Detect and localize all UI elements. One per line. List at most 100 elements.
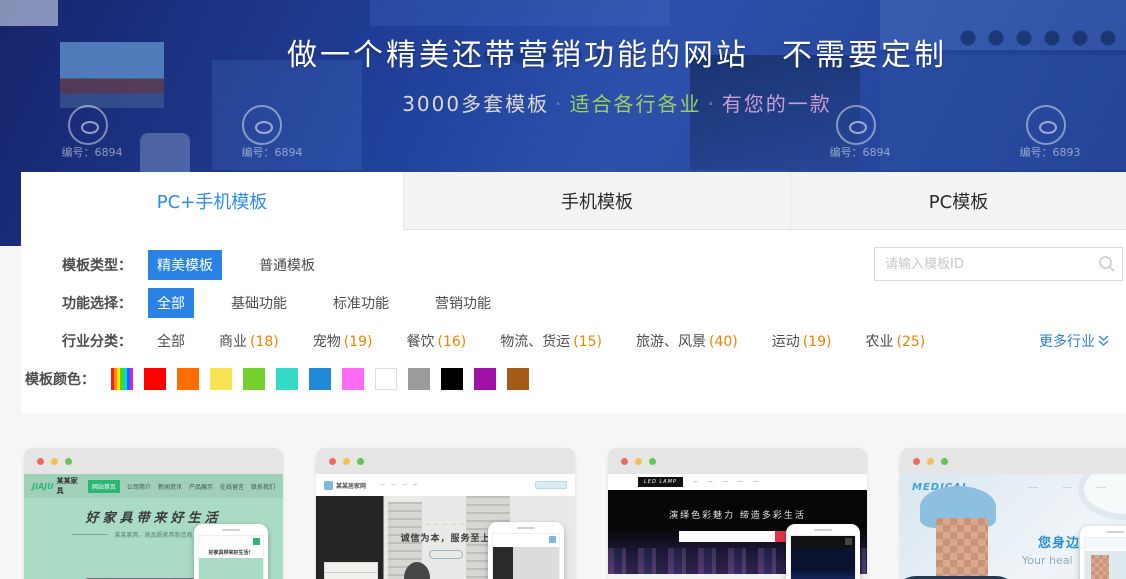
- tab-mobile-template[interactable]: 手机模板: [403, 172, 790, 230]
- phone-screen: [1084, 537, 1126, 579]
- tab-pc-template[interactable]: PC模板: [790, 172, 1126, 230]
- template-id-label: 编号：6894: [44, 144, 140, 160]
- industry-option-catering[interactable]: 餐饮(16): [407, 331, 467, 351]
- search-input[interactable]: [875, 248, 1092, 280]
- preview-logo: 某某居家网: [336, 481, 366, 490]
- filter-label-industry: 行业分类：: [62, 331, 148, 351]
- color-swatch-multicolor[interactable]: [111, 368, 133, 390]
- browser-chrome: [900, 448, 1126, 474]
- industry-option-sports[interactable]: 运动(19): [772, 331, 832, 351]
- subtitle-count: 3000多套模板: [402, 92, 549, 116]
- preview-heading: 演绎色彩魅力 缔造多彩生活: [608, 490, 867, 521]
- color-swatch-purple[interactable]: [474, 368, 496, 390]
- window-minimize-dot: [343, 458, 350, 465]
- chair-graphic: [404, 562, 430, 579]
- template-card-medical[interactable]: MEDICAL —— —— —— —— 您身边 Your heal: [900, 448, 1126, 579]
- preview-logo-mark: JIAJU: [32, 482, 54, 491]
- subtitle-industries: 适合各行各业: [569, 92, 701, 116]
- preview-nav-item: —: [738, 479, 743, 485]
- preview-nav-item: ——: [1028, 485, 1038, 491]
- template-card-led-lamp[interactable]: LED LAMP — — — — — 演绎色彩魅力 缔造多彩生活 我们的产品: [608, 448, 867, 579]
- chevron-down-icon: [1098, 335, 1109, 347]
- industry-option-logistics[interactable]: 物流、货运(15): [500, 331, 602, 351]
- preview-logo: LED LAMP: [638, 477, 683, 487]
- color-swatch-white[interactable]: [375, 368, 397, 390]
- template-tabs: PC+手机模板 手机模板 PC模板: [21, 172, 1126, 230]
- browser-chrome: [24, 448, 283, 474]
- subtitle-separator: ·: [707, 92, 715, 116]
- func-option-standard[interactable]: 标准功能: [324, 288, 398, 318]
- phone-mockup: 好家具带来好生活！: [194, 524, 268, 579]
- template-id-label: 编号：6893: [1002, 144, 1098, 160]
- window-close-dot: [329, 458, 336, 465]
- industry-option-all[interactable]: 全部: [157, 331, 185, 351]
- industry-option-agriculture[interactable]: 农业(25): [866, 331, 926, 351]
- color-swatch-orange[interactable]: [177, 368, 199, 390]
- preview-nav-item: —: [391, 482, 396, 488]
- type-option-normal[interactable]: 普通模板: [250, 250, 324, 280]
- preview-nav-item: 新闻资讯: [158, 482, 182, 491]
- template-card-furniture[interactable]: JIAJU 某某家具 网站首页 公司简介 新闻资讯 产品展示 在线留言 联系我们…: [24, 448, 283, 579]
- pixelated-face-graphic: [936, 518, 988, 579]
- color-swatch-gray[interactable]: [408, 368, 430, 390]
- color-swatch-teal[interactable]: [276, 368, 298, 390]
- phone-mockup: [1080, 526, 1126, 579]
- tab-pc-mobile-template[interactable]: PC+手机模板: [21, 172, 403, 230]
- preview-navbar: JIAJU 某某家具 网站首页 公司简介 新闻资讯 产品展示 在线留言 联系我们: [24, 474, 283, 498]
- preview-nav-item: —: [693, 479, 698, 485]
- template-preview: MEDICAL —— —— —— —— 您身边 Your heal: [900, 474, 1126, 579]
- browser-chrome: [608, 448, 867, 474]
- preview-nav-item: —: [753, 479, 758, 485]
- phone-hero-image: [493, 547, 559, 579]
- phone-screen: 好家具带来好生活！: [198, 535, 264, 579]
- color-swatch-green[interactable]: [243, 368, 265, 390]
- func-option-all[interactable]: 全部: [148, 288, 194, 318]
- template-id-label: 编号：6894: [224, 144, 320, 160]
- preview-logo: 某某家具: [57, 476, 78, 496]
- filter-row-industry: 行业分类： 全部 商业(18) 宠物(19) 餐饮(16) 物流、货运(15) …: [21, 322, 1126, 360]
- preview-nav-item: —: [413, 482, 418, 488]
- search-icon[interactable]: [1092, 255, 1122, 273]
- more-industries-link[interactable]: 更多行业: [1039, 331, 1109, 351]
- subtitle-yours: 有您的一款: [722, 92, 832, 116]
- preview-nav-item: —: [723, 479, 728, 485]
- color-swatch-blue[interactable]: [309, 368, 331, 390]
- phone-header: [199, 536, 263, 547]
- menu-icon: [549, 536, 556, 543]
- industry-count: (25): [897, 334, 926, 350]
- preview-nav-item: 公司简介: [127, 482, 151, 491]
- industry-option-business[interactable]: 商业(18): [219, 331, 279, 351]
- phone-screen: [492, 533, 560, 579]
- color-swatch-black[interactable]: [441, 368, 463, 390]
- preview-nav-item: 网站首页: [88, 480, 120, 493]
- preview-button: [429, 550, 463, 559]
- func-option-marketing[interactable]: 营销功能: [426, 288, 500, 318]
- window-close-dot: [913, 458, 920, 465]
- subtitle-separator: ·: [555, 92, 563, 116]
- func-option-basic[interactable]: 基础功能: [222, 288, 296, 318]
- menu-icon: [845, 538, 852, 545]
- phone-header: [1085, 538, 1126, 549]
- industry-count: (19): [803, 334, 832, 350]
- industry-option-travel[interactable]: 旅游、风景(40): [636, 331, 738, 351]
- preview-search-pill: [535, 481, 567, 489]
- filter-label-function: 功能选择：: [62, 293, 148, 313]
- industry-option-pets[interactable]: 宠物(19): [313, 331, 373, 351]
- template-card-home-decor[interactable]: 某某居家网 — — — — — — — — — 诚信为本，服务至上: [316, 448, 575, 579]
- phone-mockup: [786, 524, 860, 579]
- preview-nav-item: ——: [1096, 485, 1106, 491]
- preview-logo-icon: [324, 481, 333, 490]
- window-minimize-dot: [635, 458, 642, 465]
- industry-count: (40): [709, 334, 738, 350]
- color-swatch-brown[interactable]: [507, 368, 529, 390]
- industry-options: 全部 商业(18) 宠物(19) 餐饮(16) 物流、货运(15) 旅游、风景(…: [148, 331, 959, 351]
- phone-mockup: [488, 522, 564, 579]
- window-maximize-dot: [65, 458, 72, 465]
- type-option-premium[interactable]: 精美模板: [148, 250, 222, 280]
- color-swatch-yellow[interactable]: [210, 368, 232, 390]
- color-swatch-red[interactable]: [144, 368, 166, 390]
- industry-count: (15): [573, 334, 602, 350]
- window-minimize-dot: [927, 458, 934, 465]
- color-swatch-pink[interactable]: [342, 368, 364, 390]
- preview-nav-item: ——: [1062, 485, 1072, 491]
